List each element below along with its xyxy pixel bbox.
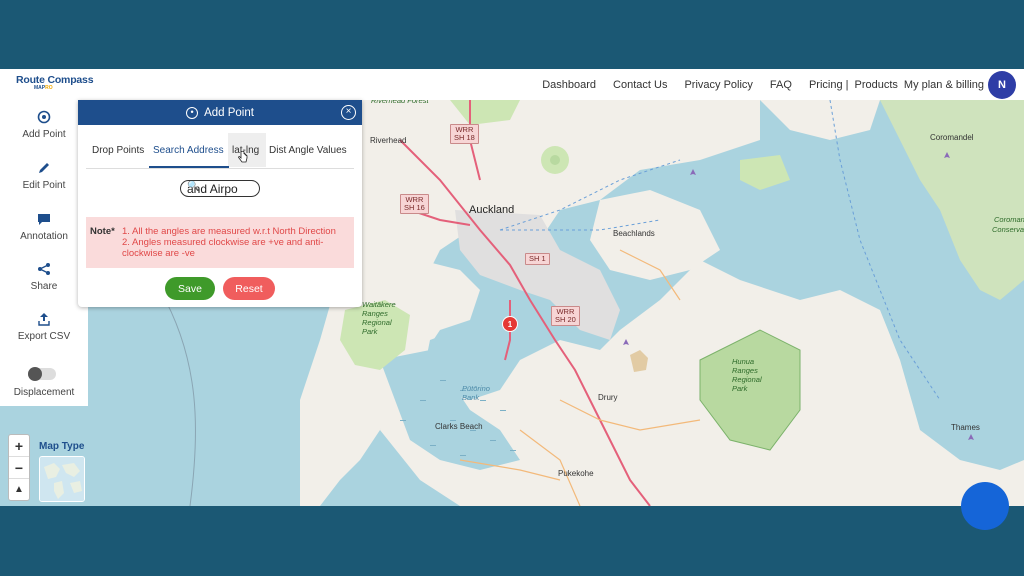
close-icon[interactable]: × [341, 105, 356, 120]
brand-subtitle: MAPRO [34, 84, 93, 91]
sidebar-item-export-csv[interactable]: Export CSV [0, 312, 88, 342]
displacement-toggle[interactable] [28, 367, 56, 381]
upload-icon [37, 312, 51, 326]
map-label-putorino-bank: Pūtōrino Bank [462, 384, 490, 402]
map-type-thumbnail[interactable] [39, 456, 85, 502]
sidebar-label: Displacement [13, 387, 75, 398]
sidebar-label: Annotation [20, 231, 68, 242]
pencil-icon [37, 161, 51, 175]
nav-faq[interactable]: FAQ [770, 79, 792, 91]
note-line-2: 2. Angles measured clockwise are +ve and… [122, 237, 324, 259]
shield-line: SH 16 [404, 203, 425, 212]
map-label-coromandel: Coromandel [930, 133, 974, 142]
avatar[interactable]: N [988, 71, 1016, 99]
nav-pricing[interactable]: Pricing | [809, 79, 849, 91]
brand-name: Route Compass [16, 74, 94, 86]
nav-plan-billing[interactable]: My plan & billing [904, 79, 984, 91]
add-point-panel: • Add Point × Drop Points Search Address… [78, 100, 362, 307]
app-screen: Auckland Riverhead Riverhead Forest Beac… [0, 69, 1024, 506]
brand-sub-a: MAP [34, 84, 46, 91]
save-button[interactable]: Save [165, 277, 215, 300]
map-label-conservation-a: Coromandel [994, 215, 1024, 224]
sidebar-item-edit-point[interactable]: Edit Point [0, 161, 88, 191]
panel-header: • Add Point × [78, 100, 362, 125]
nav-links: Dashboard Contact Us Privacy Policy FAQ … [525, 69, 984, 100]
map-label-thames: Thames [951, 423, 980, 432]
address-search-input[interactable]: and Airpo 🔍 [180, 180, 260, 197]
sidebar-item-add-point[interactable]: Add Point [0, 110, 88, 140]
map-label-clarks-beach: Clarks Beach [435, 422, 483, 431]
target-icon [37, 110, 51, 124]
share-icon [37, 262, 51, 276]
panel-tabs: Drop Points Search Address lat-lng Dist … [78, 125, 362, 171]
sidebar-label: Edit Point [22, 180, 66, 191]
map-label-riverhead: Riverhead [370, 136, 407, 145]
hand-cursor-icon [238, 151, 248, 163]
zoom-out-button[interactable]: − [9, 457, 29, 479]
nav-privacy[interactable]: Privacy Policy [684, 79, 752, 91]
map-marker[interactable]: 1 [502, 316, 518, 332]
map-label-auckland: Auckland [469, 204, 515, 216]
map-label-pukekohe: Pukekohe [558, 469, 594, 478]
reset-button[interactable]: Reset [223, 277, 275, 300]
target-icon: • [186, 106, 199, 119]
tab-dist-angle-values[interactable]: Dist Angle Values [269, 145, 347, 156]
road-shield-wrr-sh16: WRR SH 16 [400, 194, 429, 214]
nav-contact[interactable]: Contact Us [613, 79, 667, 91]
sidebar-label: Export CSV [17, 331, 71, 342]
tab-divider [86, 168, 354, 169]
sidebar-label: Add Point [22, 129, 66, 140]
sidebar-item-annotation[interactable]: Annotation [0, 212, 88, 242]
map-label-conservation-b: Conservation [992, 225, 1024, 234]
shield-line: SH 1 [529, 254, 546, 263]
comment-icon [37, 212, 51, 226]
road-shield-wrr-sh18: WRR SH 18 [450, 124, 479, 144]
map-type-label: Map Type [39, 441, 85, 452]
note-text: 1. All the angles are measured w.r.t Nor… [122, 226, 350, 259]
map-label-hunua: Hunua Ranges Regional Park [732, 357, 762, 393]
note-line-1: 1. All the angles are measured w.r.t Nor… [122, 226, 336, 237]
globe-map-icon [40, 457, 84, 501]
map-label-beachlands: Beachlands [613, 229, 655, 238]
tab-drop-points[interactable]: Drop Points [92, 145, 144, 156]
road-shield-wrr-sh20: WRR SH 20 [551, 306, 580, 326]
active-tab-indicator [149, 166, 229, 168]
map-label-waitakere: Waitākere Ranges Regional Park [362, 300, 396, 336]
toggle-knob [28, 367, 42, 381]
panel-title: Add Point [204, 106, 254, 119]
sidebar-item-displacement: Displacement [0, 382, 88, 398]
top-navbar: Route Compass MAPRO Dashboard Contact Us… [0, 69, 1024, 100]
sidebar-label: Share [30, 281, 58, 292]
shield-line: SH 20 [555, 315, 576, 324]
brand-logo[interactable]: Route Compass MAPRO [16, 74, 94, 91]
angle-note: Note* 1. All the angles are measured w.r… [86, 217, 354, 268]
nav-dashboard[interactable]: Dashboard [542, 79, 596, 91]
chat-widget-button[interactable] [961, 482, 1009, 530]
note-label: Note* [90, 226, 115, 237]
road-shield-sh1: SH 1 [525, 253, 550, 265]
reset-north-button[interactable]: ▲ [9, 479, 29, 501]
zoom-controls: + − ▲ [8, 434, 30, 501]
search-icon[interactable]: 🔍 [187, 181, 253, 192]
zoom-in-button[interactable]: + [9, 435, 29, 457]
sidebar-item-share[interactable]: Share [0, 262, 88, 292]
nav-products[interactable]: Products [854, 79, 897, 91]
tab-search-address[interactable]: Search Address [153, 145, 224, 156]
tool-sidebar: Add Point Edit Point Annotation Share Ex… [0, 100, 88, 406]
map-label-drury: Drury [598, 393, 618, 402]
shield-line: SH 18 [454, 133, 475, 142]
brand-sub-b: RO [45, 84, 53, 91]
